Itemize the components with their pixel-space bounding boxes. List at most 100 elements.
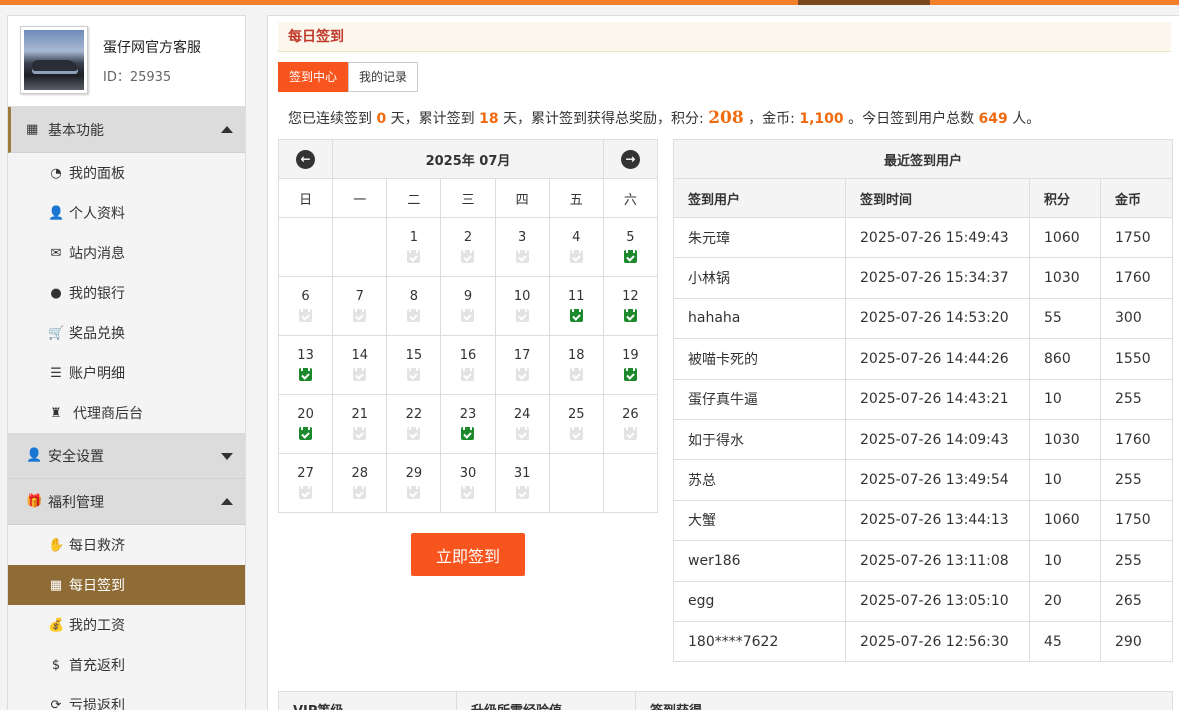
sidebar-group-basic[interactable]: ▦ 基本功能 <box>8 107 245 153</box>
signed-check-icon <box>299 368 313 381</box>
sidebar-item-daily-relief[interactable]: ✋ 每日救济 <box>8 525 245 565</box>
unsigned-check-icon <box>461 250 475 263</box>
cell-user: 180****7622 <box>673 620 846 663</box>
cell-points: 10 <box>1029 540 1101 582</box>
main-panel: 每日签到 签到中心 我的记录 您已连续签到 0 天，累计签到 18 天，累计签到… <box>267 15 1179 710</box>
summary-text: 您已连续签到 <box>288 111 372 127</box>
signed-check-icon <box>569 309 583 322</box>
coin-icon: $ <box>51 657 61 673</box>
day-number: 2 <box>463 230 473 245</box>
summary-text: 天，累计签到获得总奖励，积分: <box>503 111 704 127</box>
tab-my-records[interactable]: 我的记录 <box>348 62 419 92</box>
day-number: 1 <box>409 230 418 245</box>
cell-time: 2025-07-26 13:05:10 <box>845 580 1030 622</box>
cell-coins: 1760 <box>1100 257 1173 299</box>
cell-user: 如于得水 <box>673 418 846 461</box>
sidebar-item-messages[interactable]: ✉ 站内消息 <box>8 233 245 273</box>
cell-user: egg <box>673 580 846 622</box>
unsigned-check-icon <box>299 486 313 499</box>
sidebar-item-loss-rebate[interactable]: ⟳ 亏损返利 <box>8 685 245 710</box>
sidebar-group-label: 安全设置 <box>48 448 104 465</box>
table-row: egg 2025-07-26 13:05:10 20 265 <box>673 580 1173 622</box>
calendar-day: 30 <box>440 453 496 513</box>
calendar-day: 19 <box>602 335 659 395</box>
cell-coins: 1750 <box>1100 216 1173 259</box>
sidebar-item-exchange[interactable]: 🛒 奖品兑换 <box>8 313 245 353</box>
summary-text: ，金币: <box>748 111 795 127</box>
prev-month-button[interactable]: ← <box>277 139 334 179</box>
cell-coins: 1550 <box>1100 338 1173 380</box>
calendar-day: 24 <box>494 394 550 454</box>
next-month-button[interactable]: → <box>602 139 659 179</box>
cell-time: 2025-07-26 14:43:21 <box>845 378 1030 420</box>
day-number: 17 <box>513 348 531 363</box>
calendar-day: 6 <box>277 276 334 336</box>
weekday-header: 六 <box>602 178 659 218</box>
table-row: 苏总 2025-07-26 13:49:54 10 255 <box>673 459 1173 501</box>
tab-bar: 签到中心 我的记录 <box>278 62 419 92</box>
sidebar-item-dashboard[interactable]: ◔ 我的面板 <box>8 153 245 193</box>
sidebar-item-salary[interactable]: 💰 我的工资 <box>8 605 245 645</box>
unsigned-check-icon <box>515 427 529 440</box>
day-number: 3 <box>517 230 527 245</box>
recent-table-caption: 最近签到用户 <box>673 139 1173 179</box>
day-number: 8 <box>409 289 418 304</box>
profile-name: 蛋仔网官方客服 <box>103 40 201 56</box>
cell-time: 2025-07-26 15:49:43 <box>845 216 1030 259</box>
sidebar-item-label: 账户明细 <box>69 366 125 382</box>
column-header: VIP等级 <box>278 691 457 710</box>
grid-icon: ▦ <box>26 122 39 137</box>
sidebar-item-daily-checkin[interactable]: ▦ 每日签到 <box>8 565 245 605</box>
sidebar-item-agent[interactable]: ♜ 代理商后台 <box>8 393 245 433</box>
cell-points: 1060 <box>1029 216 1101 259</box>
money-bag-icon: 💰 <box>48 617 65 633</box>
tab-checkin-center[interactable]: 签到中心 <box>278 62 349 92</box>
sign-in-button[interactable]: 立即签到 <box>411 533 525 576</box>
day-number: 4 <box>572 230 581 245</box>
calendar-day: 8 <box>386 276 442 336</box>
checkin-summary: 您已连续签到 0 天，累计签到 18 天，累计签到获得总奖励，积分: 208 ，… <box>288 108 1040 128</box>
unsigned-check-icon <box>515 486 529 499</box>
day-number: 16 <box>459 348 477 363</box>
cart-icon: 🛒 <box>48 325 65 341</box>
day-number: 20 <box>297 407 314 422</box>
unsigned-check-icon <box>569 427 583 440</box>
signed-check-icon <box>623 309 637 322</box>
sidebar-item-account-details[interactable]: ☰ 账户明细 <box>8 353 245 393</box>
table-row: 如于得水 2025-07-26 14:09:43 1030 1760 <box>673 418 1173 461</box>
day-number: 26 <box>622 407 639 422</box>
top-accent-active <box>798 0 930 5</box>
unsigned-check-icon <box>623 427 637 440</box>
day-number: 15 <box>405 348 423 363</box>
hand-holding-icon: ✋ <box>48 537 65 553</box>
sidebar-group-security[interactable]: 👤 安全设置 <box>8 433 245 479</box>
calendar-day: 4 <box>548 217 604 277</box>
cell-time: 2025-07-26 13:44:13 <box>845 499 1030 542</box>
cell-time: 2025-07-26 13:11:08 <box>845 540 1030 582</box>
sidebar-item-label: 亏损返利 <box>69 698 125 710</box>
cell-points: 55 <box>1029 297 1101 340</box>
weekday-header: 三 <box>440 178 496 218</box>
sidebar-item-bank[interactable]: ● 我的银行 <box>8 273 245 313</box>
sidebar-item-profile[interactable]: 👤 个人资料 <box>8 193 245 233</box>
cell-coins: 1760 <box>1100 418 1173 461</box>
calendar-day: 31 <box>494 453 550 513</box>
cell-points: 10 <box>1029 459 1101 501</box>
day-number: 18 <box>568 348 585 363</box>
sidebar-group-welfare[interactable]: 🎁 福利管理 <box>8 479 245 525</box>
cell-user: wer186 <box>673 540 846 582</box>
vip-level-table: VIP等级 升级所需经验值 签到获得 <box>278 691 1173 710</box>
day-number: 29 <box>405 466 423 481</box>
calendar-day: 1 <box>386 217 442 277</box>
day-number: 14 <box>351 348 368 363</box>
cell-time: 2025-07-26 14:53:20 <box>845 297 1030 340</box>
sidebar-item-label: 首充返利 <box>69 658 125 674</box>
sidebar-item-first-deposit[interactable]: $ 首充返利 <box>8 645 245 685</box>
day-number: 12 <box>622 289 639 304</box>
page-title: 每日签到 <box>278 22 1171 52</box>
avatar[interactable] <box>20 26 88 94</box>
calendar-day: 12 <box>602 276 659 336</box>
cell-user: hahaha <box>673 297 846 340</box>
column-header: 签到用户 <box>673 178 846 218</box>
sidebar-item-label: 我的银行 <box>69 286 125 302</box>
